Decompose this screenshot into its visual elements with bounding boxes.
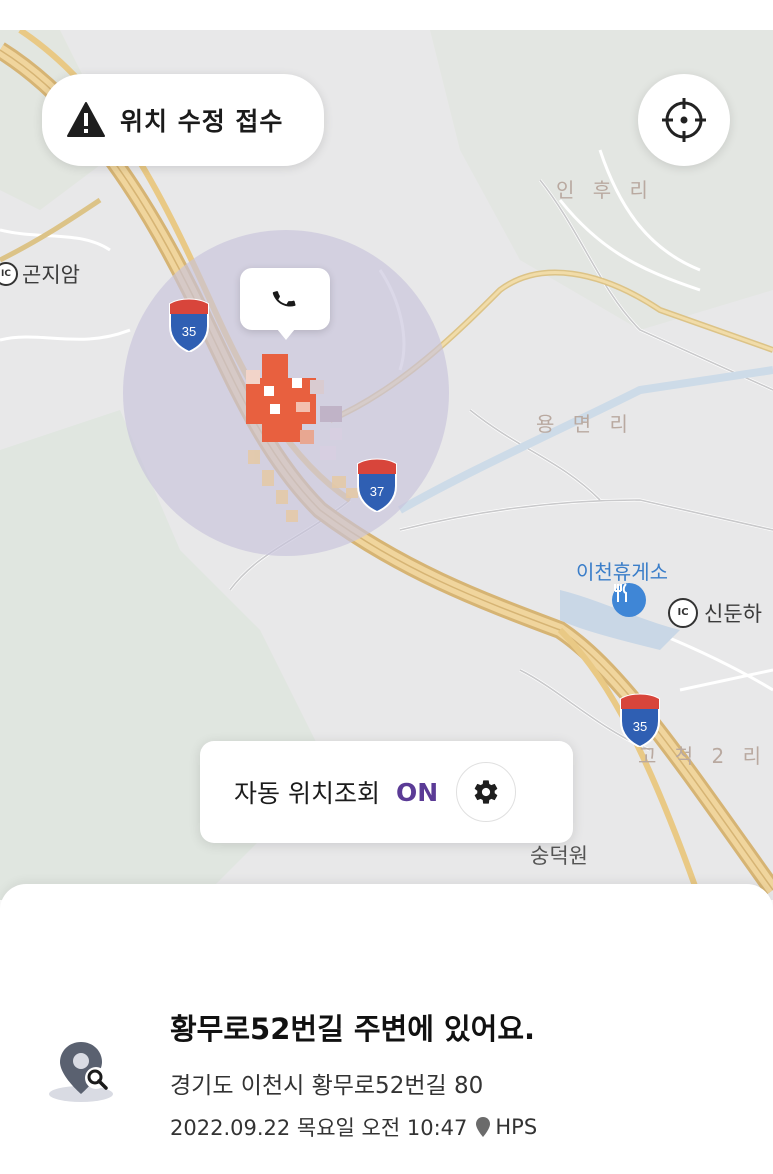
- auto-location-label: 자동 위치조회: [234, 779, 380, 808]
- highway-shield-icon: 35: [620, 693, 660, 747]
- map-place-gonjiam: IC 곤지암: [0, 259, 80, 289]
- report-location-button[interactable]: 위치 수정 접수: [42, 74, 324, 166]
- location-datetime: 2022.09.22 목요일 오전 10:47: [170, 1116, 468, 1140]
- map-pin-icon: [476, 1117, 491, 1137]
- location-meta: 2022.09.22 목요일 오전 10:47 HPS: [170, 1112, 537, 1142]
- svg-text:35: 35: [633, 719, 647, 734]
- map-place-rest-area: 이천휴게소: [576, 560, 668, 584]
- highway-shield-icon: 35: [169, 298, 209, 352]
- location-source: HPS: [495, 1115, 538, 1139]
- map-place-inhuri: 인 후 리: [556, 178, 654, 202]
- map-place-sindun: IC 신둔하: [668, 598, 762, 628]
- location-address: 경기도 이천시 황무로52번길 80: [170, 1073, 484, 1099]
- restaurant-icon: [612, 583, 646, 617]
- map-place-gocheok2ri: 고 척 2 리: [638, 744, 767, 768]
- auto-location-status[interactable]: ON: [396, 778, 438, 807]
- auto-location-card: 자동 위치조회 ON: [200, 741, 573, 843]
- ic-icon: IC: [668, 598, 698, 628]
- warning-icon: [67, 102, 105, 137]
- svg-text:35: 35: [182, 324, 196, 339]
- map-place-yongmyeonri: 용 면 리: [536, 412, 634, 436]
- auto-location-settings-button[interactable]: [456, 762, 517, 822]
- ic-icon: IC: [0, 262, 18, 286]
- report-location-label: 위치 수정 접수: [120, 107, 284, 136]
- current-location-button[interactable]: [638, 74, 730, 166]
- location-search-icon: [49, 1042, 113, 1102]
- svg-text:37: 37: [370, 484, 384, 499]
- highway-shield-icon: 37: [357, 458, 397, 512]
- crosshair-icon: [662, 98, 706, 142]
- location-headline: 황무로52번길 주변에 있어요.: [170, 1012, 536, 1046]
- phone-call-bubble[interactable]: [240, 268, 330, 340]
- status-bar: [0, 0, 773, 30]
- map-place-sungdeokwon: 숭덕원: [530, 844, 588, 868]
- phone-icon: [272, 291, 296, 307]
- gear-icon: [474, 780, 498, 804]
